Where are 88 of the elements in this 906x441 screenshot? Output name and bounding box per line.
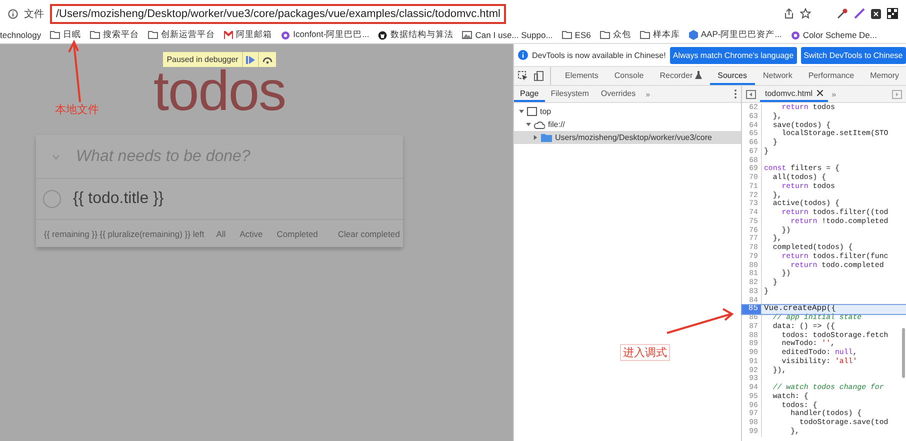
- todo-checkbox[interactable]: [43, 190, 61, 208]
- sidebar-toggle-icon[interactable]: [746, 90, 756, 98]
- bookmark[interactable]: 阿里邮箱: [236, 29, 272, 41]
- filter-link[interactable]: Active: [236, 226, 267, 240]
- annotation-label: 本地文件: [55, 102, 99, 117]
- more-files-button[interactable]: »: [828, 86, 840, 102]
- tree-item-label: Users/mozisheng/Desktop/worker/vue3/core: [555, 133, 712, 142]
- inspect-icon[interactable]: [518, 71, 528, 81]
- filter-link[interactable]: Completed: [272, 226, 322, 240]
- mail-icon: [224, 31, 234, 39]
- bookmark[interactable]: 搜索平台: [103, 29, 140, 41]
- folder-icon: [562, 31, 572, 39]
- bookmark[interactable]: Color Scheme De...: [802, 30, 877, 40]
- devtools-tab[interactable]: Elements: [557, 67, 606, 85]
- code-line: Vue.createApp({: [763, 305, 836, 314]
- qr-code-icon[interactable]: [887, 8, 898, 19]
- tree-item[interactable]: file://: [514, 118, 741, 131]
- scheme-label: 文件: [24, 8, 44, 20]
- kebab-menu-icon[interactable]: [734, 89, 737, 99]
- annotation-label: 进入调式: [620, 344, 670, 361]
- bookmark[interactable]: 样本库: [652, 29, 680, 41]
- filter-link[interactable]: All: [212, 226, 230, 240]
- extension-icon[interactable]: [871, 8, 881, 18]
- app-title: todos: [154, 65, 286, 117]
- toggle-all-icon[interactable]: [52, 152, 60, 160]
- navigator-tab[interactable]: Page: [514, 86, 545, 102]
- clear-completed-link[interactable]: Clear completed: [338, 228, 400, 238]
- file-name: todomvc.html: [765, 88, 813, 98]
- line-number[interactable]: 85: [742, 305, 762, 314]
- paused-label: Paused in debugger: [166, 55, 240, 64]
- tree-item[interactable]: top: [514, 105, 741, 118]
- devtools-tab[interactable]: Console: [606, 67, 652, 85]
- bookmark[interactable]: 数据结构与算法: [390, 29, 454, 41]
- cat-icon: [378, 30, 388, 40]
- tree-item-label: file://: [548, 120, 565, 129]
- navigator-tab[interactable]: Filesystem: [544, 86, 595, 102]
- folder-icon: [90, 31, 100, 39]
- frame-icon: [527, 107, 537, 116]
- close-icon[interactable]: [816, 90, 823, 96]
- bookmark[interactable]: Iconfont-阿里巴巴...: [293, 29, 370, 41]
- todo-title: {{ todo.title }}: [73, 190, 164, 208]
- devtools-tab[interactable]: Recorder: [652, 67, 710, 85]
- flask-icon: [694, 71, 702, 79]
- more-tabs-button[interactable]: »: [642, 86, 654, 102]
- bookmark[interactable]: 创新运营平台: [161, 29, 216, 41]
- editor-tab[interactable]: todomvc.html: [760, 86, 828, 102]
- devtools-tab[interactable]: Network: [754, 67, 800, 85]
- folder-icon: [148, 31, 158, 39]
- bookmark[interactable]: technology: [0, 30, 42, 40]
- site-icon: [790, 30, 800, 40]
- bookmark[interactable]: ES6: [574, 30, 591, 40]
- collapsed-triangle-icon[interactable]: [532, 135, 538, 140]
- folder-icon: [541, 133, 552, 142]
- cloud-icon: [534, 120, 545, 128]
- eyedropper-icon[interactable]: [837, 8, 848, 19]
- devtools-tab[interactable]: Performance: [800, 67, 862, 85]
- expanded-triangle-icon[interactable]: [518, 109, 524, 114]
- device-icon[interactable]: [534, 71, 544, 81]
- star-icon[interactable]: [800, 8, 811, 19]
- pen-icon[interactable]: [854, 8, 865, 19]
- folder-icon: [50, 31, 60, 39]
- annotation-arrow: [665, 306, 735, 336]
- tree-item-label: top: [540, 107, 552, 116]
- bookmark[interactable]: Can I use... Suppo...: [475, 30, 553, 40]
- folder-icon: [600, 31, 610, 39]
- folder-icon: [640, 31, 650, 39]
- language-button[interactable]: Always match Chrome's language: [670, 46, 797, 64]
- site-icon: [281, 30, 290, 40]
- bookmark[interactable]: 众包: [612, 29, 631, 41]
- bookmark[interactable]: 日眠: [63, 29, 82, 41]
- step-over-icon[interactable]: [262, 56, 274, 64]
- bookmark[interactable]: AAP-阿里巴巴资产...: [700, 29, 782, 41]
- devtools-tab[interactable]: Memory: [862, 67, 906, 85]
- sidebar-toggle-icon[interactable]: [892, 90, 902, 98]
- info-icon: [518, 50, 528, 60]
- banner-message: DevTools is now available in Chinese!: [532, 50, 666, 60]
- info-icon[interactable]: [8, 8, 18, 18]
- resume-icon[interactable]: [246, 56, 256, 64]
- scrollbar[interactable]: [902, 328, 905, 378]
- navigator-tab[interactable]: Overrides: [594, 86, 642, 102]
- items-left-count: {{ remaining }} {{ pluralize(remaining) }} left: [44, 228, 204, 238]
- image-icon: [462, 31, 472, 39]
- hexagon-icon: [688, 30, 698, 40]
- expanded-triangle-icon[interactable]: [526, 122, 530, 127]
- language-button[interactable]: Switch DevTools to Chinese: [800, 46, 906, 64]
- tree-item[interactable]: Users/mozisheng/Desktop/worker/vue3/core: [514, 131, 741, 144]
- url-field[interactable]: /Users/mozisheng/Desktop/worker/vue3/core/packages/vue/examples/classic/todomvc.html: [50, 4, 506, 24]
- share-icon[interactable]: [784, 8, 794, 19]
